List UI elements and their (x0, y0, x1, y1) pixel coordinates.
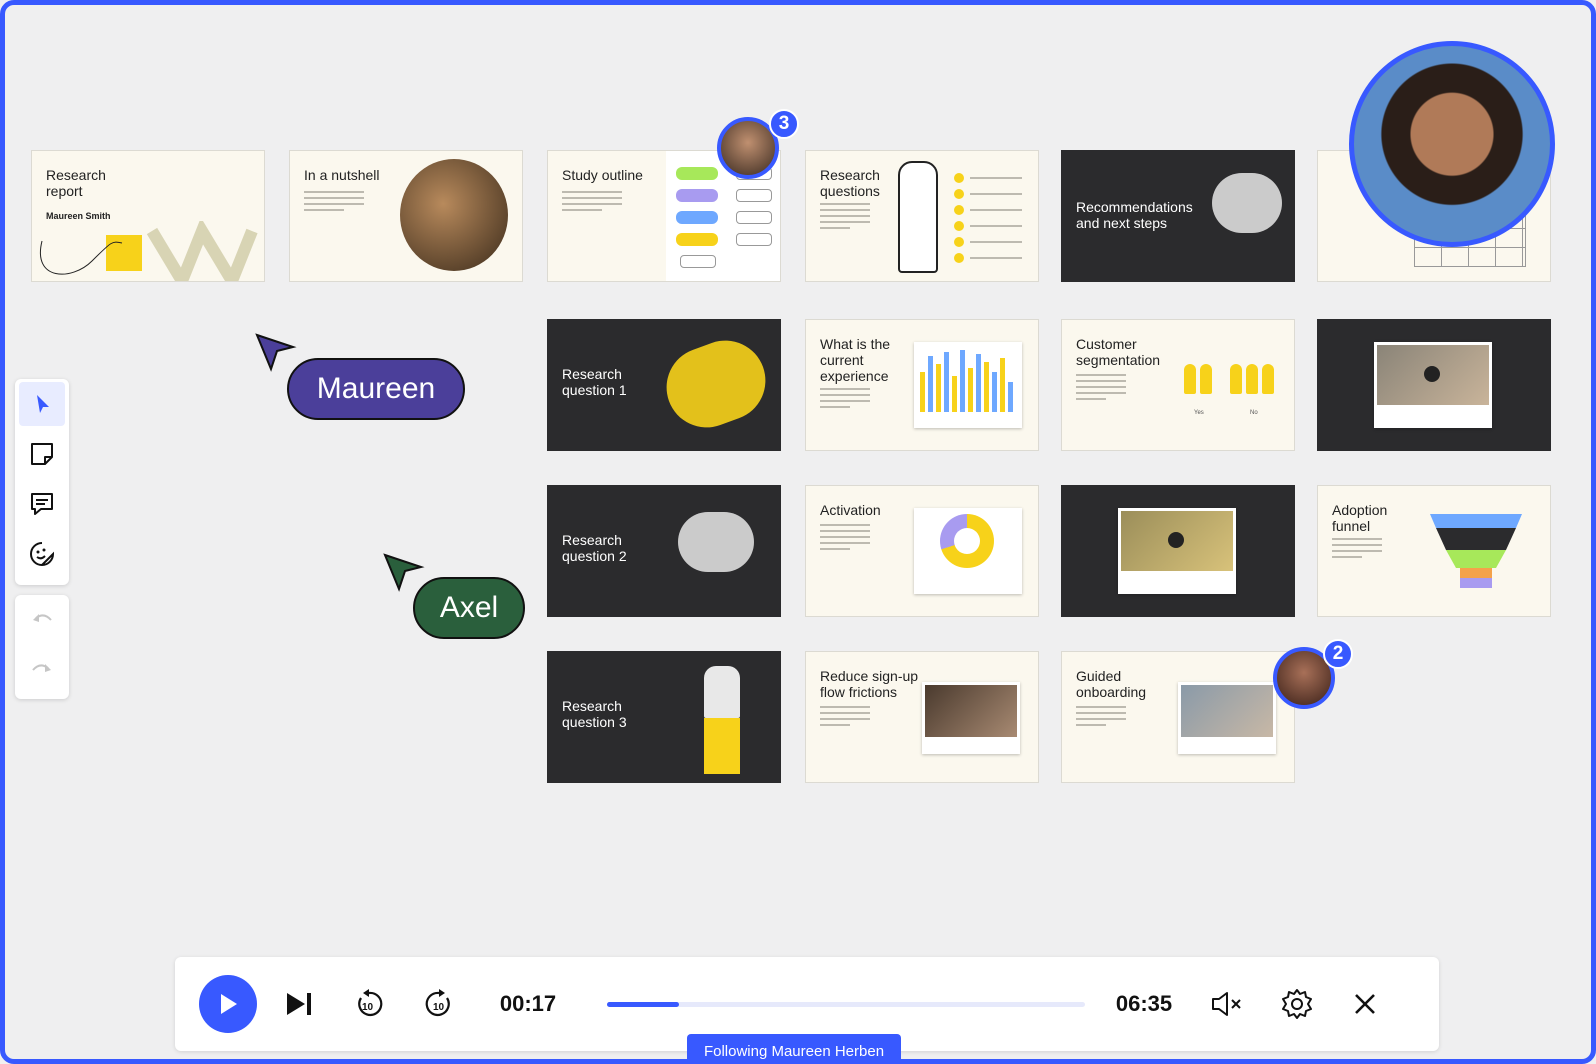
slide-recommendations[interactable]: Recommendations and next steps (1061, 150, 1295, 282)
slide-title: Study outline (562, 167, 643, 183)
slide-title: Research question 2 (562, 532, 627, 564)
slide-adoption-funnel[interactable]: Adoption funnel (1317, 485, 1551, 617)
slide-title: Customer segmentation (1076, 336, 1161, 368)
sticky-note-icon (31, 443, 53, 465)
viewer-count-badge: 2 (1323, 639, 1353, 669)
history-toolbar (15, 595, 69, 699)
text-lines (562, 191, 622, 215)
text-lines (820, 388, 870, 412)
slide-research-questions[interactable]: Research questions (805, 150, 1039, 282)
slide-research-question-1[interactable]: Research question 1 (547, 319, 781, 451)
text-lines (820, 203, 870, 233)
settings-button[interactable] (1277, 957, 1317, 1051)
slide-current-experience[interactable]: What is the current experience (805, 319, 1039, 451)
slide-customer-segmentation[interactable]: Customer segmentation Yes No (1061, 319, 1295, 451)
select-icon (37, 395, 49, 413)
person-illustration (898, 161, 938, 273)
segment-figures (1184, 364, 1274, 394)
slide-title: Guided onboarding (1076, 668, 1147, 700)
photo-circle (400, 159, 508, 271)
video-card[interactable] (1178, 682, 1276, 754)
bullet-list (954, 173, 1022, 263)
progress-track[interactable] (607, 1002, 1085, 1007)
donut-card (914, 508, 1022, 594)
slide-guided-onboarding[interactable]: Guided onboarding (1061, 651, 1295, 783)
board-canvas[interactable]: Research report Maureen Smith In a nutsh… (0, 0, 1596, 1064)
cursor-label-axel: Axel (413, 577, 525, 639)
chart-card (914, 342, 1022, 428)
text-lines (820, 706, 870, 730)
slide-title: Recommendations and next steps (1076, 199, 1193, 231)
illustration (655, 329, 777, 439)
video-card[interactable] (922, 682, 1020, 754)
sticker-tool[interactable] (15, 529, 69, 579)
play-icon[interactable] (1424, 366, 1440, 382)
person-illustration (704, 666, 740, 778)
play-icon[interactable] (1168, 532, 1184, 548)
maureen-cursor-icon (255, 333, 297, 372)
group-illustration (1212, 173, 1282, 233)
forward-10-icon: 10 (425, 989, 450, 1016)
tool-toolbar (15, 379, 69, 585)
comment-icon (31, 493, 53, 515)
svg-text:10: 10 (433, 1002, 445, 1013)
viewer-count-badge: 3 (769, 109, 799, 139)
slide-video-interview-1[interactable] (1317, 319, 1551, 451)
slide-subtitle: Maureen Smith (46, 211, 111, 221)
settings-icon (1282, 989, 1312, 1019)
sticky-note-tool[interactable] (15, 429, 69, 479)
slide-title: Research question 3 (562, 698, 627, 730)
illustration (39, 221, 258, 281)
rewind-10-icon: 10 (358, 989, 383, 1016)
comment-tool[interactable] (15, 479, 69, 529)
video-card[interactable] (1118, 508, 1236, 594)
following-banner[interactable]: Following Maureen Herben (687, 1034, 901, 1059)
sticker-icon (30, 542, 55, 566)
text-lines (820, 524, 870, 554)
presenter-video[interactable] (1349, 41, 1555, 247)
text-lines (304, 191, 364, 215)
slide-video-interview-2[interactable] (1061, 485, 1295, 617)
close-button[interactable] (1345, 957, 1385, 1051)
slide-title: In a nutshell (304, 167, 380, 183)
cursor-label-maureen: Maureen (287, 358, 465, 420)
segment-label-no: No (1250, 410, 1258, 416)
slide-in-a-nutshell[interactable]: In a nutshell (289, 150, 523, 282)
skip-next-icon (287, 993, 311, 1015)
text-lines (1076, 374, 1126, 404)
slide-research-question-3[interactable]: Research question 3 (547, 651, 781, 783)
slide-activation[interactable]: Activation (805, 485, 1039, 617)
slide-title: Adoption funnel (1332, 502, 1388, 534)
forward-10-button[interactable]: 10 (419, 957, 459, 1051)
slide-title: Research report (46, 167, 106, 199)
segment-label-yes: Yes (1194, 410, 1204, 416)
slide-research-report[interactable]: Research report Maureen Smith (31, 150, 265, 282)
select-tool[interactable] (15, 379, 69, 429)
video-card[interactable] (1374, 342, 1492, 428)
mute-icon (1212, 992, 1241, 1016)
undo-button[interactable] (15, 595, 69, 645)
slide-reduce-signup-frictions[interactable]: Reduce sign-up flow frictions (805, 651, 1039, 783)
play-icon (221, 994, 237, 1014)
slide-title: Research question 1 (562, 366, 627, 398)
progress-fill (607, 1002, 679, 1007)
total-time: 06:35 (1115, 991, 1173, 1016)
funnel-illustration (1430, 514, 1522, 588)
skip-next-button[interactable] (279, 957, 319, 1051)
group-illustration (678, 512, 754, 572)
text-lines (1332, 538, 1382, 562)
redo-button[interactable] (15, 645, 69, 695)
close-icon (1355, 994, 1375, 1014)
undo-icon (33, 614, 52, 622)
slide-research-question-2[interactable]: Research question 2 (547, 485, 781, 617)
current-time: 00:17 (499, 991, 557, 1016)
play-button[interactable] (199, 957, 257, 1051)
svg-text:10: 10 (362, 1002, 374, 1013)
rewind-10-button[interactable]: 10 (349, 957, 389, 1051)
text-lines (1076, 706, 1126, 730)
redo-icon (32, 664, 51, 672)
mute-button[interactable] (1207, 957, 1247, 1051)
